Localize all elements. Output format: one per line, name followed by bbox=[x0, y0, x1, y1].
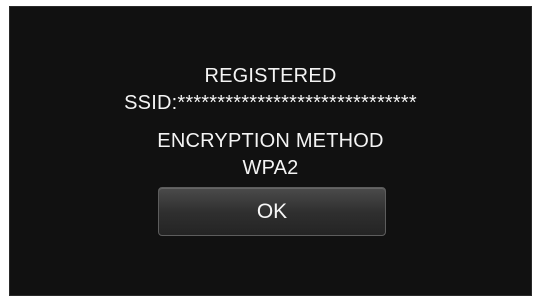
registered-status-text: REGISTERED bbox=[204, 65, 337, 87]
ssid-value-text: SSID:****************************** bbox=[124, 92, 417, 114]
encryption-method-value: WPA2 bbox=[242, 157, 299, 179]
encryption-method-label: ENCRYPTION METHOD bbox=[157, 130, 384, 152]
ok-button[interactable]: OK bbox=[158, 187, 386, 236]
registration-dialog: REGISTERED SSID:************************… bbox=[9, 6, 532, 296]
ok-button-label: OK bbox=[256, 200, 288, 223]
